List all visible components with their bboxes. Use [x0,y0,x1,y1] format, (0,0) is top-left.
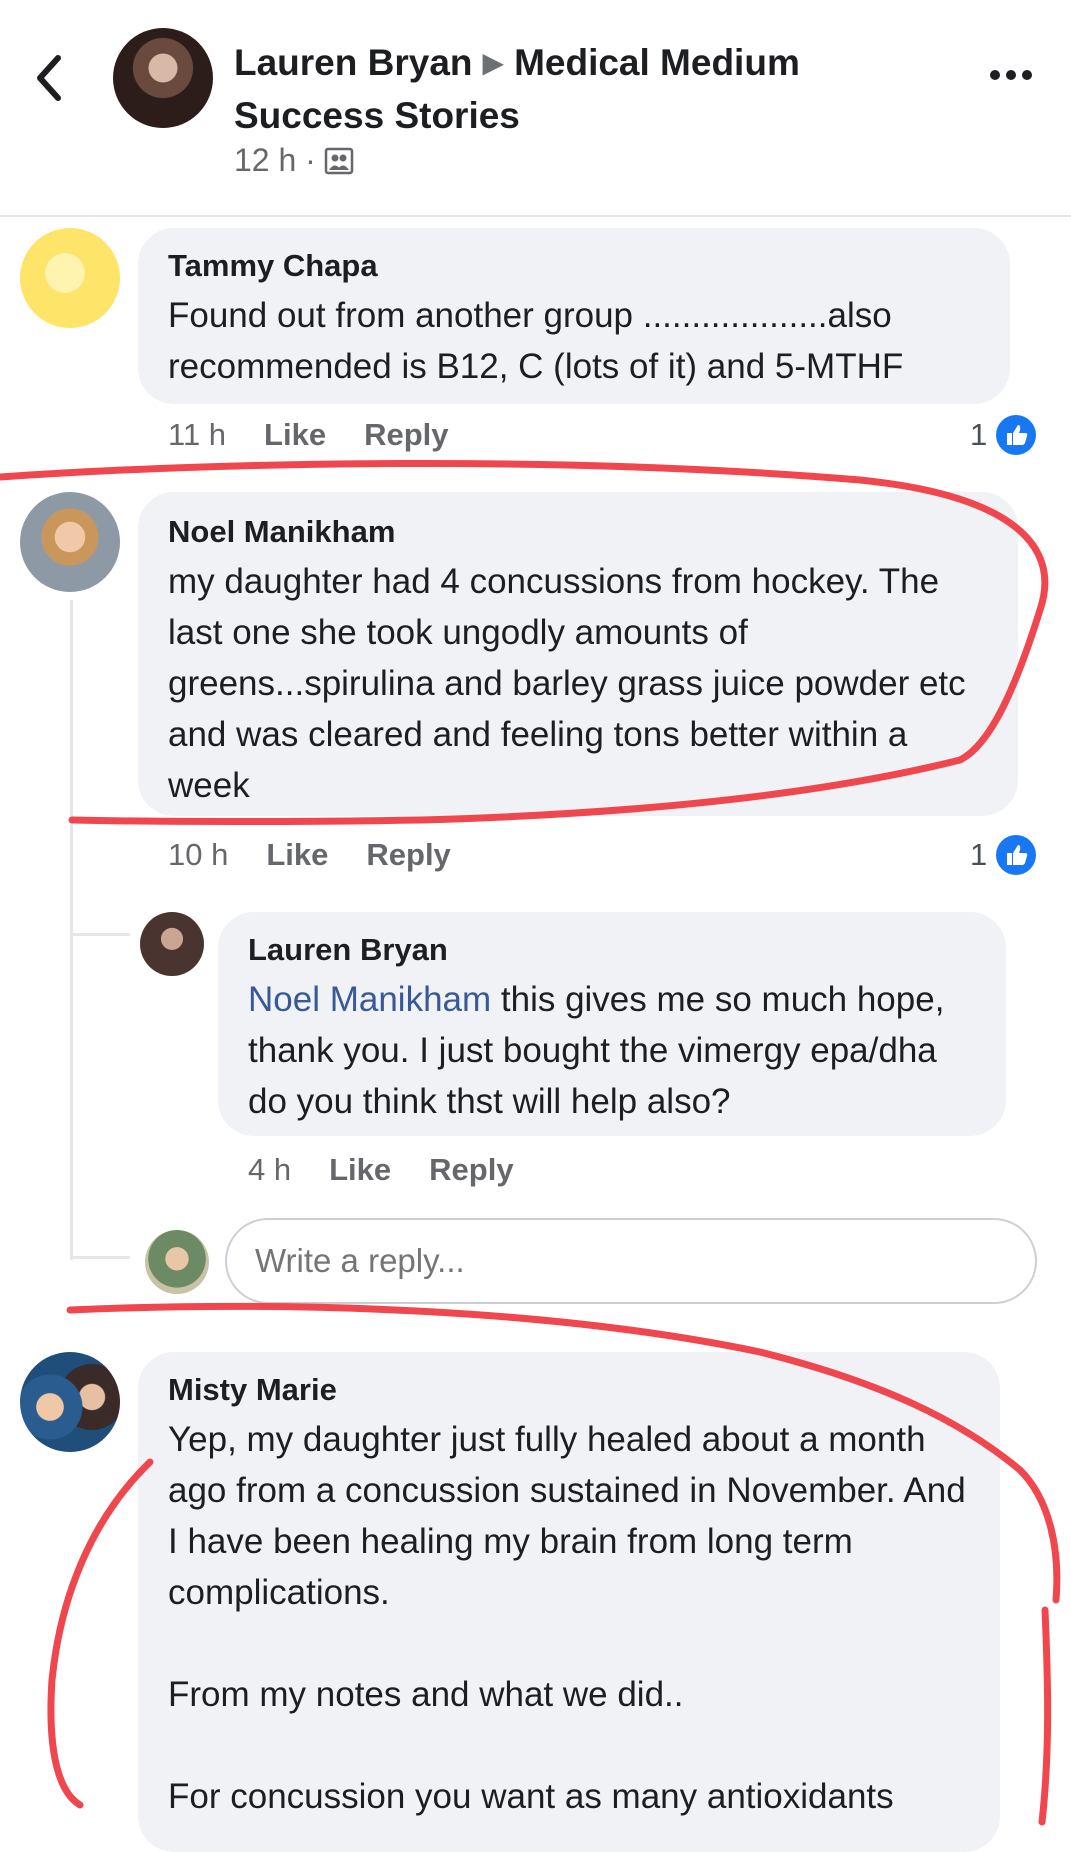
comment-time: 10 h [168,837,229,872]
thread-branch [70,1256,130,1259]
post-time: 12 h · [234,142,316,178]
group-privacy-icon [324,147,354,174]
reply-button[interactable]: Reply [429,1152,513,1188]
comment-actions: 11 h Like Reply [168,417,449,453]
commenter-avatar[interactable] [20,1352,120,1452]
commenter-name[interactable]: Noel Manikham [168,512,990,552]
commenter-name[interactable]: Tammy Chapa [168,246,982,286]
reply-avatar[interactable] [140,912,204,976]
post-title: Lauren Bryan ▶ Medical Medium Success Stor… [234,38,854,141]
reply-actions: 4 h Like Reply [248,1152,514,1188]
like-button[interactable]: Like [329,1152,391,1188]
more-dots-icon[interactable] [986,60,1036,90]
comment-bubble: Misty Marie Yep, my daughter just fully … [138,1352,1000,1852]
reaction-count[interactable]: 1 [970,414,1037,456]
comment-bubble: Tammy Chapa Found out from another group… [138,228,1010,404]
mention-link[interactable]: Noel Manikham [248,980,491,1019]
arrow-right-icon: ▶ [482,47,505,78]
comment-text: my daughter had 4 concussions from hocke… [168,562,966,805]
comment-text: Yep, my daughter just fully healed about… [168,1420,966,1816]
post-author-name[interactable]: Lauren Bryan [234,42,473,83]
thread-line [70,600,73,1260]
current-user-avatar [145,1230,209,1294]
reply-button[interactable]: Reply [366,837,450,873]
red-bracket-mark [47,1458,154,1809]
commenter-avatar[interactable] [20,492,120,592]
reaction-number: 1 [970,837,988,872]
reply-text: Noel Manikham this gives me so much hope… [248,974,980,1127]
reaction-count[interactable]: 1 [970,834,1037,876]
like-button[interactable]: Like [264,417,326,453]
comment-text: Found out from another group ...........… [168,296,904,386]
post-author-avatar[interactable] [113,28,213,128]
write-reply-input[interactable] [225,1218,1037,1304]
commenter-name[interactable]: Misty Marie [168,1370,972,1410]
reaction-number: 1 [970,417,988,452]
like-thumb-icon [996,415,1037,455]
commenter-avatar[interactable] [20,228,120,328]
comment-bubble: Noel Manikham my daughter had 4 concussi… [138,492,1018,816]
reply-bubble: Lauren Bryan Noel Manikham this gives me… [218,912,1006,1136]
comment-actions: 10 h Like Reply [168,837,451,873]
reply-time: 4 h [248,1152,292,1187]
header-divider [0,215,1071,217]
thread-branch [70,933,130,936]
back-chevron-icon[interactable] [30,48,70,108]
like-button[interactable]: Like [266,837,328,873]
replier-name[interactable]: Lauren Bryan [248,930,980,970]
post-meta: 12 h · [234,142,354,179]
reply-button[interactable]: Reply [364,417,448,453]
red-vertical-mark [1038,1606,1052,1826]
comment-time: 11 h [168,417,227,452]
like-thumb-icon [996,835,1037,875]
